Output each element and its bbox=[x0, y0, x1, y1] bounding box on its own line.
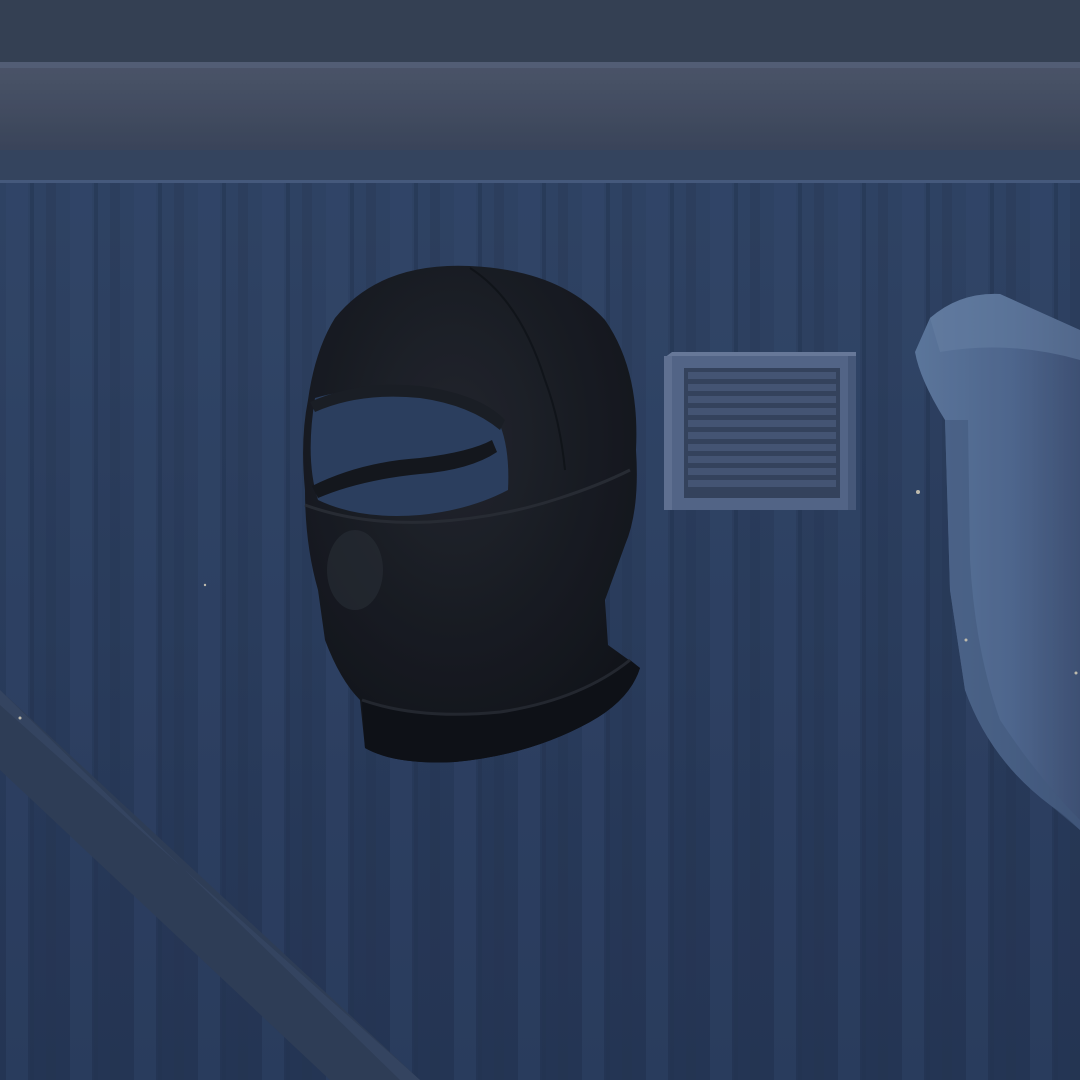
scene-dim-overlay bbox=[0, 0, 1080, 1080]
game-scene bbox=[0, 0, 1080, 1080]
scene-canvas bbox=[0, 0, 1080, 1080]
